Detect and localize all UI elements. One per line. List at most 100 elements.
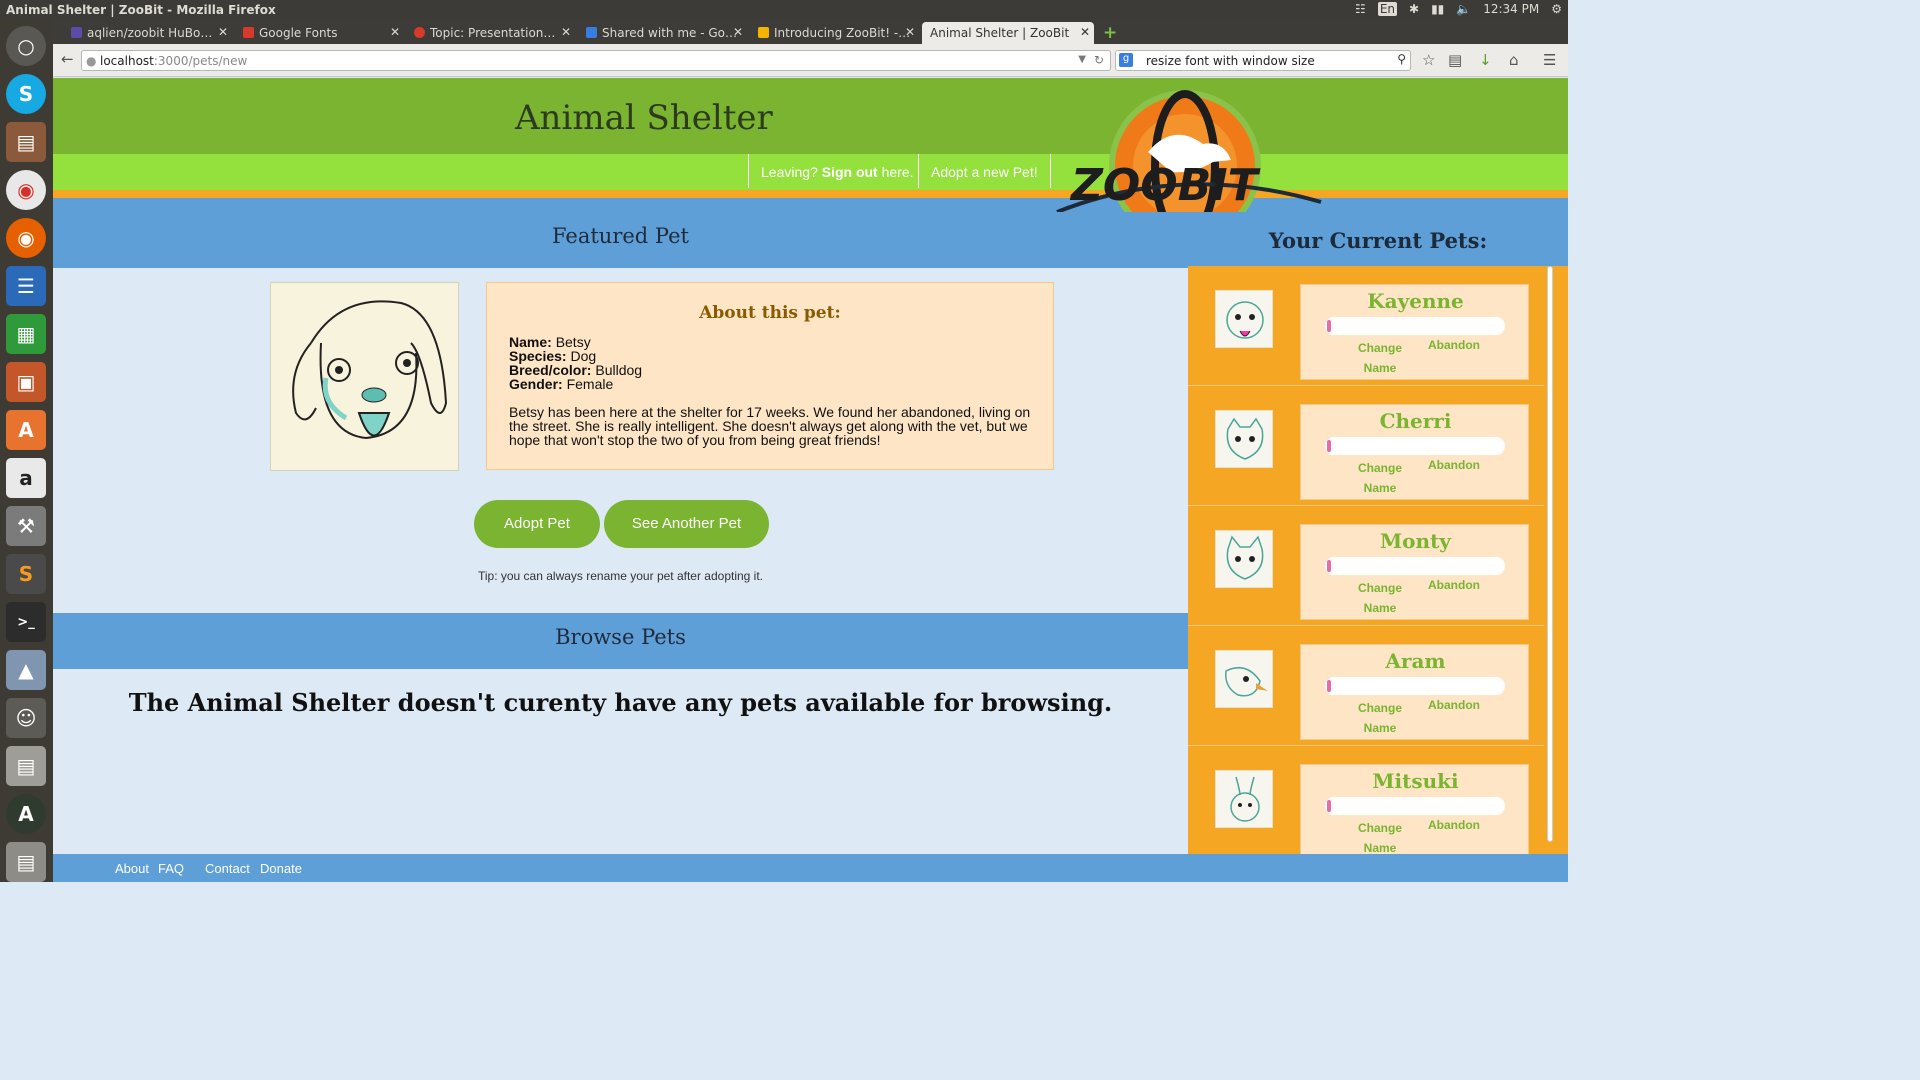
change-name-link[interactable]: Change Name bbox=[1357, 458, 1403, 498]
dropdown-icon[interactable]: ▼ bbox=[1078, 54, 1086, 65]
volume-icon[interactable]: 🔈 bbox=[1456, 2, 1471, 16]
close-icon[interactable]: ✕ bbox=[561, 25, 571, 39]
dash-icon[interactable]: ○ bbox=[6, 26, 46, 66]
change-name-link[interactable]: Change Name bbox=[1357, 818, 1403, 854]
pet-card: Aram Change Name Abandon bbox=[1300, 644, 1529, 740]
abandon-link[interactable]: Abandon bbox=[1428, 698, 1480, 712]
slides-icon bbox=[758, 27, 769, 38]
skype-icon[interactable]: S bbox=[6, 74, 46, 114]
pet-thumbnail[interactable] bbox=[1215, 410, 1273, 468]
abandon-link[interactable]: Abandon bbox=[1428, 578, 1480, 592]
change-label: Change bbox=[1357, 461, 1402, 475]
sign-out-link[interactable]: Leaving? Sign out here. bbox=[748, 154, 926, 188]
amazon-icon[interactable]: a bbox=[6, 458, 46, 498]
software-center-icon[interactable]: A bbox=[6, 410, 46, 450]
pet-thumbnail[interactable] bbox=[1215, 770, 1273, 828]
change-name-link[interactable]: Change Name bbox=[1357, 698, 1403, 738]
terminal-icon[interactable]: >_ bbox=[6, 602, 46, 642]
footer-contact-link[interactable]: Contact bbox=[205, 861, 250, 876]
star-icon[interactable]: ☆ bbox=[1422, 51, 1435, 69]
tab-drive[interactable]: Shared with me - Go… ✕ bbox=[582, 22, 747, 44]
close-icon[interactable]: ✕ bbox=[733, 25, 743, 39]
tab-zoobit-slides[interactable]: Introducing ZooBit! -… ✕ bbox=[754, 22, 919, 44]
close-icon[interactable]: ✕ bbox=[1080, 25, 1090, 39]
forum-icon bbox=[414, 27, 425, 38]
settings-icon[interactable]: ⚒ bbox=[6, 506, 46, 546]
pet-gender-row: Gender: Female bbox=[509, 377, 1031, 391]
tab-bar: aqlien/zoobit HuBo… ✕ Google Fonts ✕ Top… bbox=[53, 20, 1568, 44]
happiness-bar bbox=[1325, 557, 1505, 575]
site-title: Animal Shelter bbox=[515, 98, 773, 138]
current-pets-title: Your Current Pets: bbox=[1268, 228, 1488, 253]
pet-row: Aram Change Name Abandon bbox=[1188, 626, 1544, 746]
scanner-icon[interactable]: ▤ bbox=[6, 746, 46, 786]
site-footer: About FAQ Contact Donate bbox=[53, 854, 1568, 882]
pet-thumbnail[interactable] bbox=[1215, 530, 1273, 588]
sidebar-scrollbar[interactable] bbox=[1546, 266, 1554, 842]
keyboard-layout[interactable]: En bbox=[1377, 2, 1397, 16]
window-title: Animal Shelter | ZooBit - Mozilla Firefo… bbox=[6, 3, 276, 17]
happiness-bar bbox=[1325, 437, 1505, 455]
gear-icon[interactable]: ⚙ bbox=[1551, 2, 1562, 16]
tab-github[interactable]: aqlien/zoobit HuBo… ✕ bbox=[67, 22, 232, 44]
close-icon[interactable]: ✕ bbox=[218, 25, 228, 39]
search-value: resize font with window size bbox=[1146, 54, 1315, 68]
footer-about-link[interactable]: About bbox=[115, 861, 149, 876]
url-bar[interactable]: ● localhost:3000/pets/new ▼ ↻ bbox=[81, 50, 1111, 71]
calc-icon[interactable]: ▦ bbox=[6, 314, 46, 354]
change-name-link[interactable]: Change Name bbox=[1357, 578, 1403, 618]
close-icon[interactable]: ✕ bbox=[905, 25, 915, 39]
files-icon[interactable]: ▤ bbox=[6, 122, 46, 162]
site-menu: Leaving? Sign out here. Adopt a new Pet! bbox=[53, 154, 1568, 190]
reading-list-icon[interactable]: ▤ bbox=[1448, 51, 1462, 69]
abandon-link[interactable]: Abandon bbox=[1428, 818, 1480, 832]
change-label: Change bbox=[1357, 341, 1402, 355]
pet-name-row: Name: Betsy bbox=[509, 335, 1031, 349]
clock[interactable]: 12:34 PM bbox=[1483, 2, 1539, 16]
happiness-fill bbox=[1327, 440, 1331, 452]
close-icon[interactable]: ✕ bbox=[390, 25, 400, 39]
search-input[interactable]: g resize font with window size ⚲ bbox=[1115, 50, 1411, 71]
gimp-icon[interactable]: ☺ bbox=[6, 698, 46, 738]
see-another-pet-button[interactable]: See Another Pet bbox=[604, 500, 769, 548]
trash-icon[interactable]: ▤ bbox=[6, 842, 46, 882]
happiness-fill bbox=[1327, 320, 1331, 332]
tab-animal-shelter[interactable]: Animal Shelter | ZooBit ✕ bbox=[922, 22, 1094, 44]
scrollbar-track[interactable] bbox=[1547, 266, 1553, 842]
tab-topic[interactable]: Topic: Presentation… ✕ bbox=[410, 22, 575, 44]
abandon-link[interactable]: Abandon bbox=[1428, 458, 1480, 472]
change-name-link[interactable]: Change Name bbox=[1357, 338, 1403, 378]
sublime-icon[interactable]: S bbox=[6, 554, 46, 594]
browse-pets-heading: Browse Pets bbox=[53, 613, 1188, 669]
download-icon[interactable]: ↓ bbox=[1479, 51, 1492, 69]
impress-icon[interactable]: ▣ bbox=[6, 362, 46, 402]
chrome-icon[interactable]: ◉ bbox=[6, 170, 46, 210]
home-icon[interactable]: ⌂ bbox=[1509, 51, 1519, 69]
google-search-icon[interactable]: g bbox=[1119, 53, 1133, 67]
pet-card: Mitsuki Change Name Abandon bbox=[1300, 764, 1529, 854]
adopt-pet-button[interactable]: Adopt Pet bbox=[474, 500, 600, 548]
pet-thumbnail[interactable] bbox=[1215, 290, 1273, 348]
updater-icon[interactable]: A bbox=[6, 794, 46, 834]
pet-row: Kayenne Change Name Abandon bbox=[1188, 266, 1544, 386]
footer-donate-link[interactable]: Donate bbox=[260, 861, 302, 876]
adopt-new-pet-link[interactable]: Adopt a new Pet! bbox=[918, 154, 1051, 188]
bluetooth-icon[interactable]: ✱ bbox=[1409, 2, 1419, 16]
writer-icon[interactable]: ☰ bbox=[6, 266, 46, 306]
tab-google-fonts[interactable]: Google Fonts ✕ bbox=[239, 22, 404, 44]
change-label: Change bbox=[1357, 701, 1402, 715]
pet-thumbnail[interactable] bbox=[1215, 650, 1273, 708]
firefox-icon[interactable]: ◉ bbox=[6, 218, 46, 258]
new-tab-button[interactable]: + bbox=[1099, 22, 1121, 44]
cat-face-icon bbox=[1226, 535, 1264, 580]
back-arrow-icon[interactable]: ← bbox=[61, 50, 74, 68]
search-icon[interactable]: ⚲ bbox=[1397, 52, 1406, 66]
image-viewer-icon[interactable]: ▲ bbox=[6, 650, 46, 690]
footer-faq-link[interactable]: FAQ bbox=[158, 861, 184, 876]
wifi-icon[interactable]: ☷ bbox=[1355, 2, 1366, 16]
abandon-link[interactable]: Abandon bbox=[1428, 338, 1480, 352]
reload-icon[interactable]: ↻ bbox=[1094, 53, 1104, 67]
battery-icon[interactable]: ▮▮ bbox=[1431, 2, 1444, 16]
pet-row: Monty Change Name Abandon bbox=[1188, 506, 1544, 626]
menu-icon[interactable]: ☰ bbox=[1543, 51, 1556, 69]
